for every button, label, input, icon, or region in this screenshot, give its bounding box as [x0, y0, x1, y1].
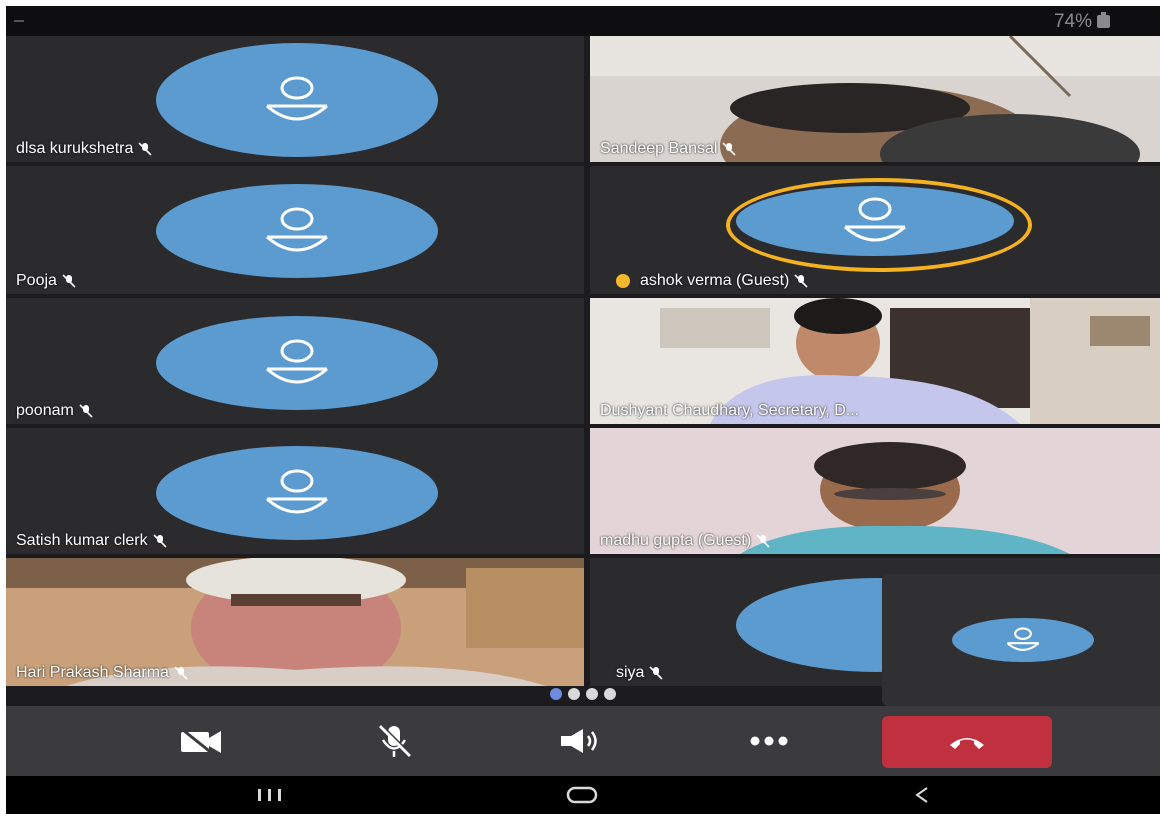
participant-name: dlsa kurukshetra — [16, 140, 134, 157]
end-call-icon — [950, 738, 984, 749]
person-icon — [266, 207, 328, 252]
avatar — [156, 446, 438, 540]
meeting-screen: 74% dlsa kurukshetra Sandeep Bansal Pooj… — [6, 6, 1160, 814]
call-controls — [6, 706, 1160, 776]
mic-muted-icon — [794, 274, 808, 288]
self-view-tile[interactable] — [882, 574, 1160, 706]
avatar — [952, 618, 1094, 662]
mic-off-icon — [378, 724, 413, 758]
notification-dot — [14, 20, 24, 22]
participant-tile[interactable]: dlsa kurukshetra — [6, 36, 584, 162]
person-icon — [266, 469, 328, 514]
back-button[interactable] — [892, 782, 952, 808]
participant-tile[interactable]: Hari Prakash Sharma — [6, 558, 584, 686]
mic-muted-icon — [649, 666, 664, 680]
toggle-camera-button[interactable] — [166, 718, 236, 764]
mic-muted-icon — [756, 534, 770, 548]
participant-tile[interactable]: poonam — [6, 298, 584, 424]
person-icon — [844, 197, 906, 242]
page-dot[interactable] — [568, 688, 580, 700]
participant-name-label: dlsa kurukshetra — [16, 140, 153, 158]
participant-name-label: siya — [616, 664, 664, 682]
participant-name: Dushyant Chaudhary, Secretary, D... — [600, 402, 860, 419]
avatar — [156, 316, 438, 410]
avatar — [736, 186, 1014, 256]
avatar — [156, 43, 438, 157]
home-button[interactable] — [552, 782, 612, 808]
recent-apps-button[interactable] — [240, 782, 300, 808]
participant-name: siya — [616, 664, 645, 681]
battery-icon — [1097, 12, 1110, 28]
raised-hand-icon — [616, 274, 630, 288]
participant-tile[interactable]: Pooja — [6, 166, 584, 294]
participant-name-label: ashok verma (Guest) — [616, 272, 809, 290]
speaker-icon — [561, 729, 597, 753]
participant-name-label: Hari Prakash Sharma — [16, 664, 189, 682]
participant-name: ashok verma (Guest) — [640, 272, 790, 289]
participant-tile[interactable]: Satish kumar clerk — [6, 428, 584, 554]
page-dot[interactable] — [604, 688, 616, 700]
participant-name-label: madhu gupta (Guest) — [600, 532, 771, 550]
more-options-icon — [750, 736, 788, 746]
participant-name: poonam — [16, 402, 74, 419]
more-options-button[interactable] — [734, 718, 804, 764]
participant-tile[interactable]: Dushyant Chaudhary, Secretary, D... — [590, 298, 1160, 424]
audio-output-button[interactable] — [546, 718, 616, 764]
participant-name-label: Sandeep Bansal — [600, 140, 737, 158]
participant-name-label: poonam — [16, 402, 94, 420]
person-icon — [1006, 627, 1040, 651]
participant-tile[interactable]: ashok verma (Guest) — [590, 166, 1160, 294]
mic-muted-icon — [79, 404, 93, 418]
participant-name: Sandeep Bansal — [600, 140, 718, 157]
home-icon — [566, 786, 598, 804]
avatar — [156, 184, 438, 278]
participant-name: madhu gupta (Guest) — [600, 532, 752, 549]
mic-muted-icon — [153, 534, 167, 548]
system-navigation-bar — [6, 776, 1160, 814]
mic-muted-icon — [138, 142, 152, 156]
mic-muted-icon — [174, 666, 188, 680]
person-icon — [266, 339, 328, 384]
participant-tile[interactable]: madhu gupta (Guest) — [590, 428, 1160, 554]
toggle-mic-button[interactable] — [359, 718, 429, 764]
recent-apps-icon — [258, 789, 281, 801]
mic-muted-icon — [62, 274, 76, 288]
participant-name: Satish kumar clerk — [16, 532, 148, 549]
battery-percentage: 74% — [1053, 11, 1092, 32]
participant-name: Pooja — [16, 272, 57, 289]
camera-off-icon — [181, 728, 221, 756]
mic-muted-icon — [722, 142, 737, 156]
participant-name-label: Satish kumar clerk — [16, 532, 168, 550]
person-icon — [266, 76, 328, 121]
status-bar: 74% — [6, 6, 1160, 36]
participant-name-label: Pooja — [16, 272, 77, 290]
end-call-button[interactable] — [882, 716, 1052, 768]
participant-name: Hari Prakash Sharma — [16, 664, 169, 681]
page-dot-active[interactable] — [550, 688, 562, 700]
participant-name-label: Dushyant Chaudhary, Secretary, D... — [600, 402, 859, 420]
back-icon — [915, 787, 928, 803]
participant-tile[interactable]: Sandeep Bansal — [590, 36, 1160, 162]
page-dot[interactable] — [586, 688, 598, 700]
